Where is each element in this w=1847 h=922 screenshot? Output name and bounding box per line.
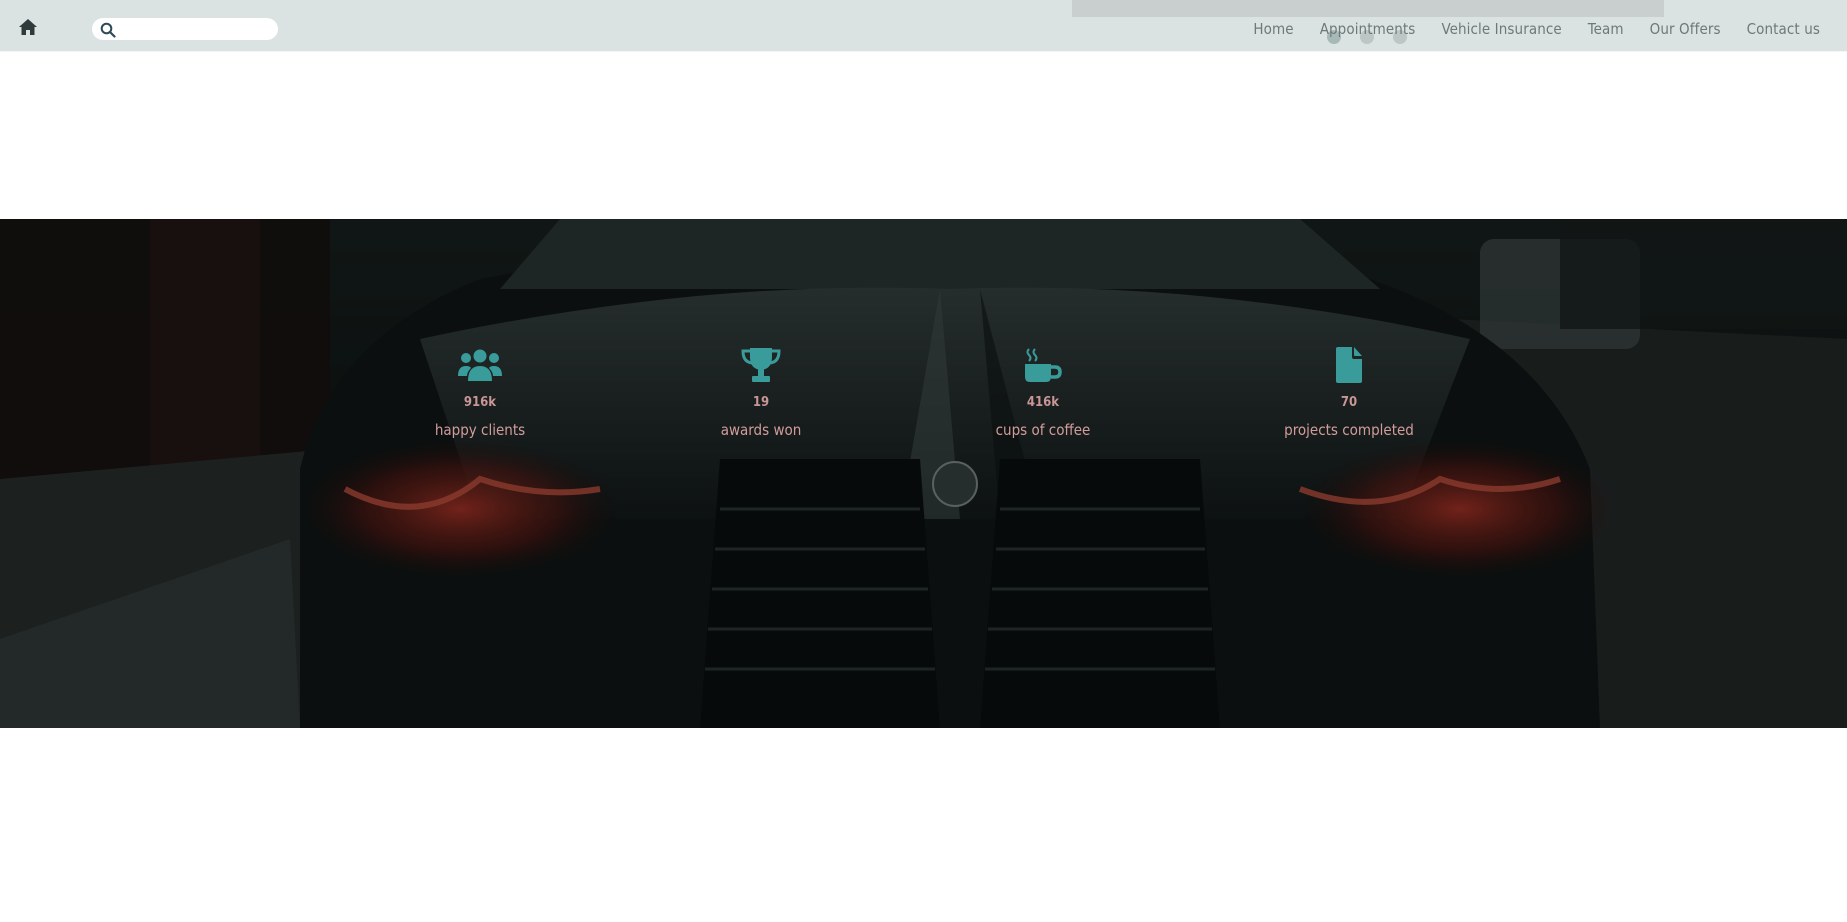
file-icon — [1336, 347, 1362, 383]
search-icon[interactable] — [100, 22, 116, 38]
stat-label: happy clients — [434, 421, 526, 439]
stat-label: projects completed — [1284, 421, 1414, 439]
stat-value: 916k — [463, 395, 497, 410]
stat-cups-of-coffee: 416k cups of coffee — [933, 347, 1153, 439]
search-input[interactable] — [120, 20, 270, 38]
main-nav: Home Appointments Vehicle Insurance Team… — [1253, 20, 1820, 38]
users-icon — [458, 349, 502, 381]
stat-label: cups of coffee — [995, 421, 1091, 439]
home-icon[interactable] — [18, 17, 38, 37]
stats-row: 916k happy clients 19 awards won 416k cu… — [0, 219, 1847, 728]
stat-projects-completed: 70 projects completed — [1239, 347, 1459, 439]
nav-link-appointments[interactable]: Appointments — [1320, 20, 1416, 38]
nav-link-our-offers[interactable]: Our Offers — [1650, 20, 1721, 38]
banner-strip — [1072, 0, 1664, 17]
stats-hero-section: 916k happy clients 19 awards won 416k cu… — [0, 219, 1847, 728]
nav-link-contact-us[interactable]: Contact us — [1747, 20, 1820, 38]
stat-awards-won: 19 awards won — [651, 347, 871, 439]
trophy-icon — [741, 348, 781, 382]
search-box — [92, 18, 278, 40]
stat-happy-clients: 916k happy clients — [370, 347, 590, 439]
nav-link-team[interactable]: Team — [1588, 20, 1624, 38]
stat-label: awards won — [720, 421, 802, 439]
stat-value: 70 — [1340, 395, 1358, 410]
nav-link-vehicle-insurance[interactable]: Vehicle Insurance — [1441, 20, 1561, 38]
navbar: Home Appointments Vehicle Insurance Team… — [0, 0, 1847, 51]
nav-link-home[interactable]: Home — [1253, 20, 1293, 38]
stat-value: 416k — [1026, 395, 1060, 410]
stat-value: 19 — [752, 395, 770, 410]
coffee-icon — [1025, 348, 1062, 382]
